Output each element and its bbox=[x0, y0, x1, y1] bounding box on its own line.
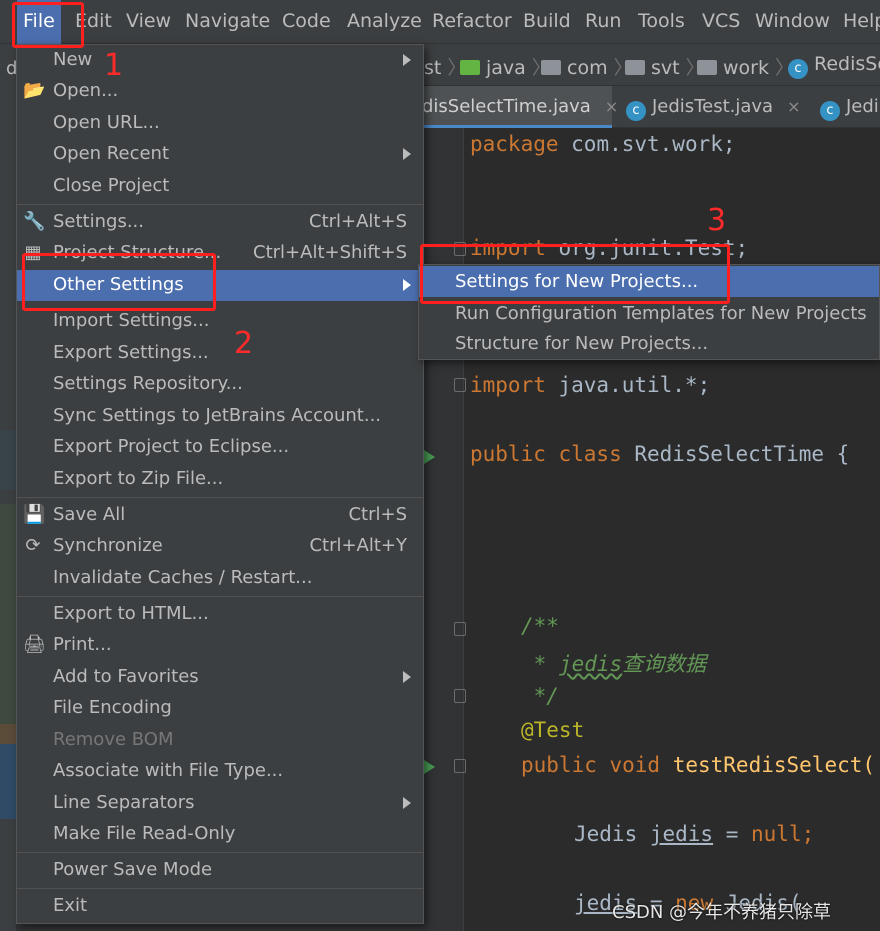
tab-redisselecttime[interactable]: disSelectTime.java × bbox=[408, 86, 618, 128]
folder-icon bbox=[697, 60, 717, 75]
menu-item-open[interactable]: 📂 Open... bbox=[17, 76, 423, 107]
menu-item-add-favorites[interactable]: Add to Favorites bbox=[17, 662, 423, 693]
menu-tools[interactable]: Tools bbox=[638, 10, 685, 32]
menu-item-save-all[interactable]: 💾 Save All Ctrl+S bbox=[17, 500, 423, 531]
menu-item-open-url[interactable]: Open URL... bbox=[17, 108, 423, 139]
menu-window[interactable]: Window bbox=[755, 10, 830, 32]
printer-icon: 🖨 bbox=[23, 634, 46, 655]
menu-item-export-zip[interactable]: Export to Zip File... bbox=[17, 464, 423, 495]
menu-code[interactable]: Code bbox=[282, 10, 331, 32]
menu-separator bbox=[17, 497, 423, 498]
left-tool-strip: d bbox=[0, 44, 17, 931]
menu-run[interactable]: Run bbox=[585, 10, 621, 32]
menu-item-print[interactable]: 🖨 Print... bbox=[17, 630, 423, 661]
menu-item-settings-repository[interactable]: Settings Repository... bbox=[17, 369, 423, 400]
menu-separator bbox=[17, 204, 423, 205]
menu-item-settings[interactable]: 🔧 Settings... Ctrl+Alt+S bbox=[17, 207, 423, 238]
menu-item-close-project[interactable]: Close Project bbox=[17, 171, 423, 202]
sync-icon: ⟳ bbox=[25, 535, 41, 556]
menu-vcs[interactable]: VCS bbox=[702, 10, 740, 32]
tab-jedistest[interactable]: c JedisTest.java × bbox=[622, 86, 812, 128]
menu-view[interactable]: View bbox=[126, 10, 171, 32]
watermark: CSDN @今年不养猪只除草 bbox=[612, 902, 832, 923]
menu-item-make-read-only[interactable]: Make File Read-Only bbox=[17, 819, 423, 850]
annotation-number-3: 3 bbox=[707, 203, 727, 238]
annotation-box-3 bbox=[420, 244, 730, 304]
close-icon[interactable]: × bbox=[787, 97, 800, 116]
fold-marker-icon[interactable] bbox=[454, 378, 466, 392]
class-icon: c bbox=[788, 59, 808, 79]
code-line: /** bbox=[521, 614, 559, 638]
menu-help[interactable]: Help bbox=[843, 10, 880, 32]
close-icon[interactable]: × bbox=[605, 97, 618, 116]
menu-item-new[interactable]: New bbox=[17, 45, 423, 76]
menu-separator bbox=[17, 596, 423, 597]
code-line: Jedis jedis = null; bbox=[574, 822, 815, 846]
code-line: @Test bbox=[521, 718, 585, 742]
folder-open-icon: 📂 bbox=[23, 80, 46, 101]
submenu-arrow-icon bbox=[403, 54, 411, 66]
menu-refactor[interactable]: Refactor bbox=[432, 10, 512, 32]
code-line: public void testRedisSelect( bbox=[521, 753, 876, 777]
code-line: import java.util.*; bbox=[470, 373, 711, 397]
menu-item-sync-settings[interactable]: Sync Settings to JetBrains Account... bbox=[17, 401, 423, 432]
menu-item-export-html[interactable]: Export to HTML... bbox=[17, 599, 423, 630]
source-folder-icon bbox=[460, 60, 480, 75]
submenu-item-structure-new-projects[interactable]: Structure for New Projects... bbox=[419, 328, 879, 359]
folder-icon bbox=[625, 60, 645, 75]
class-icon: c bbox=[820, 101, 840, 121]
menu-build[interactable]: Build bbox=[523, 10, 571, 32]
menu-item-export-eclipse[interactable]: Export Project to Eclipse... bbox=[17, 432, 423, 463]
fold-marker-icon[interactable] bbox=[454, 759, 466, 773]
side-band bbox=[0, 504, 16, 724]
menu-item-invalidate-caches[interactable]: Invalidate Caches / Restart... bbox=[17, 563, 423, 594]
breadcrumb-item[interactable]: cRedisSe bbox=[788, 53, 880, 79]
annotation-box-1 bbox=[12, 2, 84, 48]
folder-icon bbox=[541, 60, 561, 75]
menu-item-synchronize[interactable]: ⟳ Synchronize Ctrl+Alt+Y bbox=[17, 531, 423, 562]
menu-item-open-recent[interactable]: Open Recent bbox=[17, 139, 423, 170]
run-gutter-icon[interactable] bbox=[424, 450, 435, 464]
side-band bbox=[0, 744, 16, 819]
code-line: * jedis查询数据 bbox=[521, 652, 707, 676]
save-icon: 💾 bbox=[23, 504, 46, 525]
side-band bbox=[0, 430, 16, 490]
menu-separator bbox=[17, 852, 423, 853]
menu-item-remove-bom: Remove BOM bbox=[53, 729, 174, 750]
breadcrumb-item[interactable]: svt 〉 bbox=[625, 53, 705, 80]
submenu-arrow-icon bbox=[403, 279, 411, 291]
menu-bar: | File Edit View Navigate Code Analyze R… bbox=[0, 0, 880, 44]
run-gutter-icon[interactable] bbox=[424, 760, 435, 774]
menu-navigate[interactable]: Navigate bbox=[185, 10, 270, 32]
fold-marker-icon[interactable] bbox=[454, 689, 466, 703]
file-menu: New 📂 Open... Open URL... Open Recent Clo… bbox=[16, 44, 424, 924]
code-line: public class RedisSelectTime { bbox=[470, 442, 850, 466]
menu-item-exit[interactable]: Exit bbox=[17, 891, 423, 922]
menu-separator bbox=[17, 888, 423, 889]
submenu-arrow-icon bbox=[403, 671, 411, 683]
annotation-box-2 bbox=[22, 253, 216, 311]
wrench-icon: 🔧 bbox=[23, 211, 46, 232]
menu-item-power-save-mode[interactable]: Power Save Mode bbox=[17, 855, 423, 886]
menu-item-associate-file-type[interactable]: Associate with File Type... bbox=[17, 756, 423, 787]
code-line: */ bbox=[521, 684, 559, 708]
class-icon: c bbox=[626, 101, 646, 121]
menu-item-line-separators[interactable]: Line Separators bbox=[17, 788, 423, 819]
menu-item-export-settings[interactable]: Export Settings... bbox=[17, 338, 423, 369]
breadcrumb-item[interactable]: java〉 bbox=[460, 53, 551, 80]
code-line: package com.svt.work; bbox=[470, 132, 736, 156]
breadcrumb-item[interactable]: work 〉 bbox=[697, 53, 794, 80]
annotation-number-1: 1 bbox=[104, 48, 124, 83]
fold-marker-icon[interactable] bbox=[454, 622, 466, 636]
breadcrumb-item[interactable]: com 〉 bbox=[541, 53, 633, 80]
menu-analyze[interactable]: Analyze bbox=[347, 10, 422, 32]
submenu-arrow-icon bbox=[403, 148, 411, 160]
menu-item-file-encoding[interactable]: File Encoding bbox=[17, 693, 423, 724]
tab-jedis[interactable]: c Jedi bbox=[816, 86, 880, 128]
annotation-number-2: 2 bbox=[234, 326, 254, 361]
submenu-arrow-icon bbox=[403, 797, 411, 809]
